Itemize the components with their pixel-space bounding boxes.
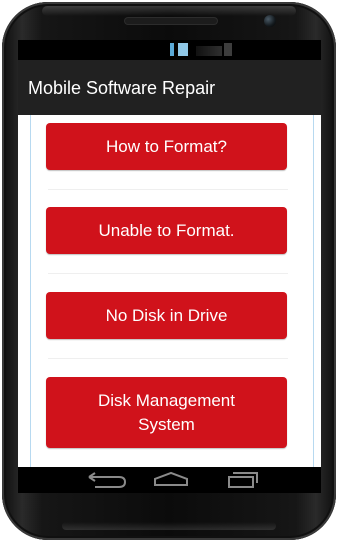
back-icon xyxy=(88,472,127,488)
left-guide-line xyxy=(30,115,31,467)
right-guide-line xyxy=(313,115,314,467)
phone-bottom-highlight xyxy=(62,522,276,530)
no-disk-in-drive-button[interactable]: No Disk in Drive xyxy=(46,292,287,339)
status-bar xyxy=(18,40,321,60)
signal-icon xyxy=(196,46,222,56)
battery-icon xyxy=(224,43,232,56)
wifi-icon xyxy=(178,43,188,56)
content-area[interactable]: How to Format? Unable to Format. No Disk… xyxy=(18,115,321,467)
app-header: Mobile Software Repair xyxy=(18,60,321,115)
recent-apps-button[interactable] xyxy=(212,467,272,493)
divider xyxy=(48,358,288,359)
divider xyxy=(48,273,288,274)
home-icon xyxy=(154,471,188,486)
app-title: Mobile Software Repair xyxy=(28,78,216,98)
back-button[interactable] xyxy=(75,467,135,493)
how-to-format-button[interactable]: How to Format? xyxy=(46,123,287,170)
disk-management-system-button[interactable]: Disk Management System xyxy=(46,377,287,448)
navigation-bar xyxy=(18,467,321,493)
divider xyxy=(48,189,288,190)
phone-top-highlight xyxy=(42,6,296,16)
notification-icon xyxy=(170,43,174,56)
recent-apps-icon xyxy=(228,472,258,488)
home-button[interactable] xyxy=(141,467,201,493)
front-camera xyxy=(264,15,276,27)
earpiece-speaker xyxy=(125,18,217,24)
unable-to-format-button[interactable]: Unable to Format. xyxy=(46,207,287,254)
